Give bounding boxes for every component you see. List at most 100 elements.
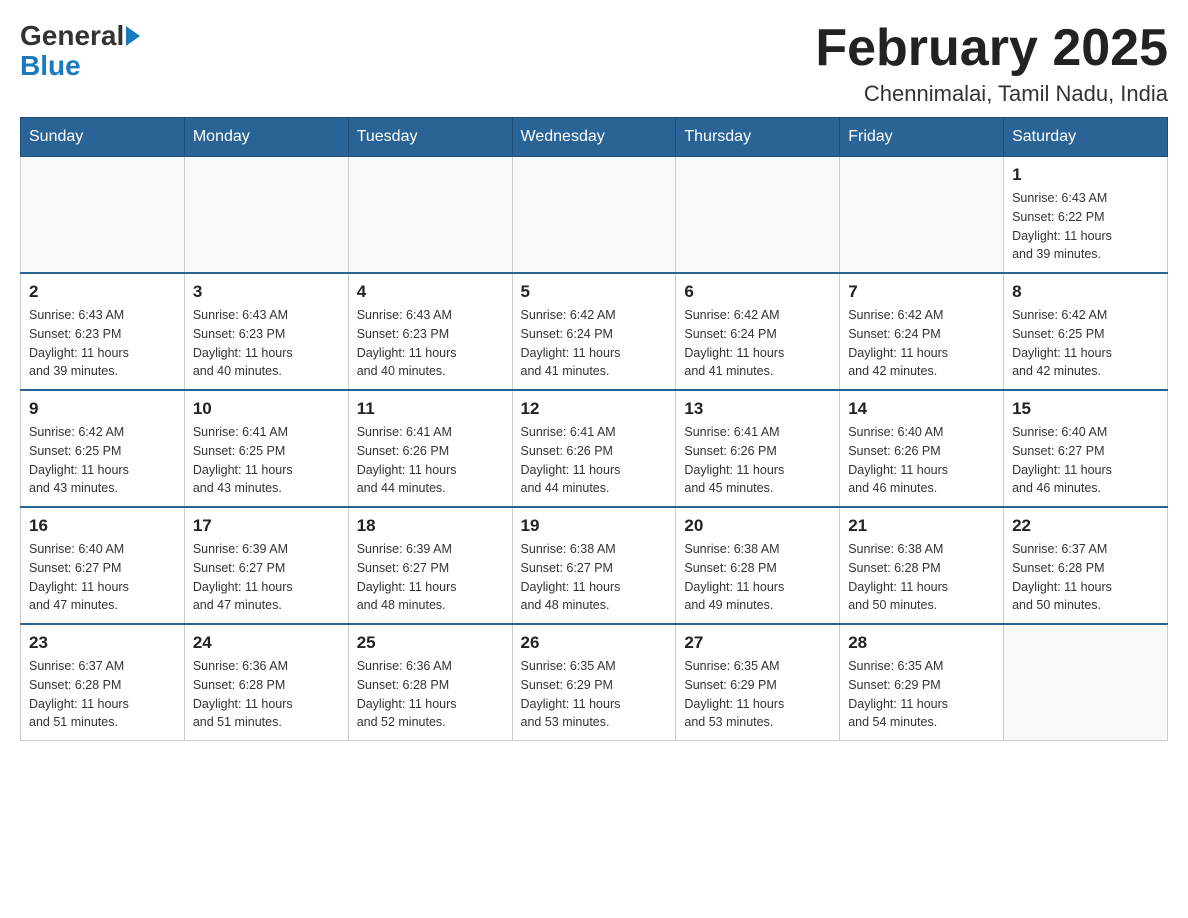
day-number: 17	[193, 516, 340, 536]
day-info: Sunrise: 6:42 AM Sunset: 6:25 PM Dayligh…	[1012, 306, 1159, 381]
logo-general: General	[20, 20, 124, 52]
day-info: Sunrise: 6:38 AM Sunset: 6:28 PM Dayligh…	[684, 540, 831, 615]
calendar-cell: 5Sunrise: 6:42 AM Sunset: 6:24 PM Daylig…	[512, 273, 676, 390]
calendar-cell: 11 Sunrise: 6:41 AM Sunset: 6:26 PM Dayli…	[348, 390, 512, 507]
day-info: Sunrise: 6:42 AM Sunset: 6:24 PM Dayligh…	[848, 306, 995, 381]
day-info: Sunrise: 6:38 AM Sunset: 6:28 PM Dayligh…	[848, 540, 995, 615]
day-info: Sunrise: 6:36 AM Sunset: 6:28 PM Dayligh…	[193, 657, 340, 732]
day-of-week-header: Thursday	[676, 118, 840, 157]
day-info: Sunrise: 6:39 AM Sunset: 6:27 PM Dayligh…	[357, 540, 504, 615]
calendar-cell	[1004, 624, 1168, 741]
calendar-week-row: 23 Sunrise: 6:37 AM Sunset: 6:28 PM Dayli…	[21, 624, 1168, 741]
calendar-cell	[512, 157, 676, 274]
calendar-cell: 16Sunrise: 6:40 AM Sunset: 6:27 PM Dayli…	[21, 507, 185, 624]
day-number: 18	[357, 516, 504, 536]
day-info: Sunrise: 6:35 AM Sunset: 6:29 PM Dayligh…	[848, 657, 995, 732]
calendar-cell: 13 Sunrise: 6:41 AM Sunset: 6:26 PM Dayli…	[676, 390, 840, 507]
calendar-cell	[21, 157, 185, 274]
day-info: Sunrise: 6:35 AM Sunset: 6:29 PM Dayligh…	[521, 657, 668, 732]
logo-arrow-icon	[126, 26, 140, 46]
day-of-week-header: Sunday	[21, 118, 185, 157]
page-header: General Blue February 2025 Chennimalai, …	[20, 20, 1168, 107]
calendar-cell: 2 Sunrise: 6:43 AM Sunset: 6:23 PM Daylig…	[21, 273, 185, 390]
month-title: February 2025	[815, 20, 1168, 77]
calendar-cell: 19Sunrise: 6:38 AM Sunset: 6:27 PM Dayli…	[512, 507, 676, 624]
day-info: Sunrise: 6:43 AM Sunset: 6:23 PM Dayligh…	[193, 306, 340, 381]
day-number: 23	[29, 633, 176, 653]
calendar-week-row: 9 Sunrise: 6:42 AM Sunset: 6:25 PM Daylig…	[21, 390, 1168, 507]
day-number: 4	[357, 282, 504, 302]
day-info: Sunrise: 6:35 AM Sunset: 6:29 PM Dayligh…	[684, 657, 831, 732]
calendar-cell: 10 Sunrise: 6:41 AM Sunset: 6:25 PM Dayli…	[184, 390, 348, 507]
location-title: Chennimalai, Tamil Nadu, India	[815, 81, 1168, 107]
day-number: 15	[1012, 399, 1159, 419]
calendar-cell	[840, 157, 1004, 274]
calendar-cell: 21 Sunrise: 6:38 AM Sunset: 6:28 PM Dayli…	[840, 507, 1004, 624]
day-number: 25	[357, 633, 504, 653]
day-info: Sunrise: 6:41 AM Sunset: 6:25 PM Dayligh…	[193, 423, 340, 498]
day-info: Sunrise: 6:43 AM Sunset: 6:23 PM Dayligh…	[29, 306, 176, 381]
day-info: Sunrise: 6:42 AM Sunset: 6:25 PM Dayligh…	[29, 423, 176, 498]
calendar-week-row: 2 Sunrise: 6:43 AM Sunset: 6:23 PM Daylig…	[21, 273, 1168, 390]
calendar-cell: 3 Sunrise: 6:43 AM Sunset: 6:23 PM Daylig…	[184, 273, 348, 390]
day-number: 6	[684, 282, 831, 302]
day-info: Sunrise: 6:37 AM Sunset: 6:28 PM Dayligh…	[1012, 540, 1159, 615]
day-number: 8	[1012, 282, 1159, 302]
day-number: 14	[848, 399, 995, 419]
calendar-cell	[348, 157, 512, 274]
day-info: Sunrise: 6:38 AM Sunset: 6:27 PM Dayligh…	[521, 540, 668, 615]
day-number: 5	[521, 282, 668, 302]
calendar-cell: 22 Sunrise: 6:37 AM Sunset: 6:28 PM Dayli…	[1004, 507, 1168, 624]
calendar-week-row: 16Sunrise: 6:40 AM Sunset: 6:27 PM Dayli…	[21, 507, 1168, 624]
calendar-cell: 9 Sunrise: 6:42 AM Sunset: 6:25 PM Daylig…	[21, 390, 185, 507]
day-info: Sunrise: 6:40 AM Sunset: 6:27 PM Dayligh…	[1012, 423, 1159, 498]
calendar-cell: 28 Sunrise: 6:35 AM Sunset: 6:29 PM Dayli…	[840, 624, 1004, 741]
day-number: 11	[357, 399, 504, 419]
day-number: 10	[193, 399, 340, 419]
day-info: Sunrise: 6:36 AM Sunset: 6:28 PM Dayligh…	[357, 657, 504, 732]
calendar-cell: 17 Sunrise: 6:39 AM Sunset: 6:27 PM Dayli…	[184, 507, 348, 624]
calendar-cell: 25 Sunrise: 6:36 AM Sunset: 6:28 PM Dayli…	[348, 624, 512, 741]
day-number: 13	[684, 399, 831, 419]
calendar-cell: 6 Sunrise: 6:42 AM Sunset: 6:24 PM Daylig…	[676, 273, 840, 390]
day-info: Sunrise: 6:41 AM Sunset: 6:26 PM Dayligh…	[684, 423, 831, 498]
calendar-cell: 7 Sunrise: 6:42 AM Sunset: 6:24 PM Daylig…	[840, 273, 1004, 390]
day-info: Sunrise: 6:39 AM Sunset: 6:27 PM Dayligh…	[193, 540, 340, 615]
day-number: 16	[29, 516, 176, 536]
calendar-cell: 8 Sunrise: 6:42 AM Sunset: 6:25 PM Daylig…	[1004, 273, 1168, 390]
calendar-cell: 4 Sunrise: 6:43 AM Sunset: 6:23 PM Daylig…	[348, 273, 512, 390]
day-info: Sunrise: 6:42 AM Sunset: 6:24 PM Dayligh…	[684, 306, 831, 381]
day-number: 28	[848, 633, 995, 653]
calendar-cell: 1Sunrise: 6:43 AM Sunset: 6:22 PM Daylig…	[1004, 157, 1168, 274]
day-number: 3	[193, 282, 340, 302]
calendar-cell: 18 Sunrise: 6:39 AM Sunset: 6:27 PM Dayli…	[348, 507, 512, 624]
day-number: 12	[521, 399, 668, 419]
day-of-week-header: Saturday	[1004, 118, 1168, 157]
calendar-cell	[676, 157, 840, 274]
calendar-cell	[184, 157, 348, 274]
day-number: 9	[29, 399, 176, 419]
day-number: 27	[684, 633, 831, 653]
day-number: 2	[29, 282, 176, 302]
day-number: 20	[684, 516, 831, 536]
day-of-week-header: Friday	[840, 118, 1004, 157]
calendar-header-row: SundayMondayTuesdayWednesdayThursdayFrid…	[21, 118, 1168, 157]
day-number: 7	[848, 282, 995, 302]
day-info: Sunrise: 6:43 AM Sunset: 6:23 PM Dayligh…	[357, 306, 504, 381]
day-number: 22	[1012, 516, 1159, 536]
calendar-cell: 14 Sunrise: 6:40 AM Sunset: 6:26 PM Dayli…	[840, 390, 1004, 507]
title-section: February 2025 Chennimalai, Tamil Nadu, I…	[815, 20, 1168, 107]
day-info: Sunrise: 6:40 AM Sunset: 6:26 PM Dayligh…	[848, 423, 995, 498]
day-of-week-header: Monday	[184, 118, 348, 157]
day-number: 24	[193, 633, 340, 653]
calendar-cell: 20 Sunrise: 6:38 AM Sunset: 6:28 PM Dayli…	[676, 507, 840, 624]
logo: General Blue	[20, 20, 140, 82]
day-info: Sunrise: 6:41 AM Sunset: 6:26 PM Dayligh…	[357, 423, 504, 498]
day-info: Sunrise: 6:41 AM Sunset: 6:26 PM Dayligh…	[521, 423, 668, 498]
calendar-cell: 24 Sunrise: 6:36 AM Sunset: 6:28 PM Dayli…	[184, 624, 348, 741]
calendar-cell: 15 Sunrise: 6:40 AM Sunset: 6:27 PM Dayli…	[1004, 390, 1168, 507]
day-number: 21	[848, 516, 995, 536]
day-info: Sunrise: 6:37 AM Sunset: 6:28 PM Dayligh…	[29, 657, 176, 732]
day-of-week-header: Wednesday	[512, 118, 676, 157]
calendar-cell: 26Sunrise: 6:35 AM Sunset: 6:29 PM Dayli…	[512, 624, 676, 741]
